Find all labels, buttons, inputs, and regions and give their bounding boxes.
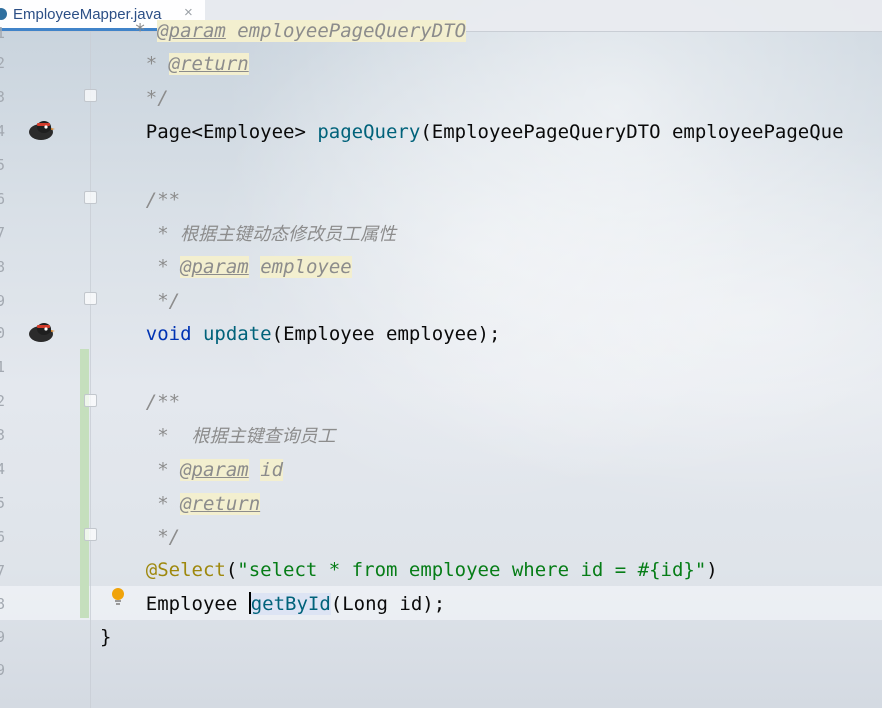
line-number: 8: [0, 595, 6, 613]
fold-marker[interactable]: [84, 528, 97, 541]
vcs-change-marker-end[interactable]: [80, 586, 89, 618]
line-number: 2: [0, 392, 6, 410]
comment-star: *: [145, 459, 181, 481]
method-name: pageQuery: [317, 121, 421, 143]
sql-string: "select * from employee where id = #{id}…: [237, 559, 707, 581]
code-line-1[interactable]: * @param employeePageQueryDTO: [100, 19, 467, 43]
javadoc-value: id: [260, 459, 284, 481]
annotation: @Select: [145, 559, 226, 581]
javadoc-tag: @param: [157, 20, 226, 42]
code-line-19[interactable]: }: [100, 625, 111, 649]
method-name: getById: [250, 593, 331, 615]
fold-marker[interactable]: [84, 191, 97, 204]
return-type: Page<Employee>: [145, 121, 318, 143]
paren: (: [225, 559, 238, 581]
comment-end: */: [145, 526, 181, 548]
comment-end: */: [145, 290, 181, 312]
method-name: update: [202, 323, 272, 345]
javadoc-tag: @param: [180, 256, 249, 278]
comment-star: *: [145, 256, 181, 278]
fold-marker[interactable]: [84, 394, 97, 407]
code-line-8[interactable]: * @param employee: [100, 255, 352, 279]
line-number: 9: [0, 661, 6, 679]
code-line-14[interactable]: * @param id: [100, 458, 284, 482]
comment-start: /**: [145, 189, 181, 211]
javadoc-tag: @param: [180, 459, 249, 481]
fold-marker[interactable]: [84, 292, 97, 305]
line-number: 1: [0, 24, 6, 42]
line-number: 2: [0, 54, 6, 72]
code-line-10[interactable]: void update(Employee employee);: [100, 322, 501, 346]
method-params: (Long id);: [330, 593, 446, 615]
code-line-17[interactable]: @Select("select * from employee where id…: [100, 558, 718, 582]
line-number: 5: [0, 156, 6, 174]
mybatis-navigate-icon[interactable]: [26, 320, 56, 344]
comment-end: */: [134, 87, 169, 109]
line-number: 7: [0, 224, 6, 242]
line-number: 9: [0, 292, 6, 310]
code-line-2[interactable]: * @return: [100, 52, 249, 76]
line-number: 0: [0, 324, 6, 342]
javadoc-value: employeePageQueryDTO: [225, 20, 467, 42]
line-number: 3: [0, 88, 6, 106]
code-line-12[interactable]: /**: [100, 390, 180, 414]
method-params: (EmployeePageQueryDTO employeePageQue: [420, 121, 844, 143]
line-number: 7: [0, 562, 6, 580]
comment-star: *: [134, 53, 169, 75]
line-number: 9: [0, 628, 6, 646]
java-interface-icon: [0, 8, 7, 20]
javadoc-tag: @return: [180, 493, 261, 515]
keyword: void: [145, 323, 192, 345]
line-number: 3: [0, 426, 6, 444]
code-line-16[interactable]: */: [100, 525, 180, 549]
closing-brace: }: [100, 626, 112, 648]
code-line-13[interactable]: * 根据主键查询员工: [100, 424, 336, 449]
comment-star: *: [145, 425, 192, 447]
line-number: 4: [0, 460, 6, 478]
paren: ): [706, 559, 718, 581]
mybatis-navigate-icon[interactable]: [26, 118, 56, 142]
comment-text: 根据主键动态修改员工属性: [180, 224, 397, 245]
comment-text: 根据主键查询员工: [191, 426, 336, 447]
code-line-18[interactable]: Employee getById(Long id);: [100, 592, 445, 616]
javadoc-tag: @return: [168, 53, 249, 75]
vcs-change-marker[interactable]: [80, 349, 89, 617]
line-number: 8: [0, 258, 6, 276]
line-number: 5: [0, 494, 6, 512]
code-line-3[interactable]: */: [100, 86, 169, 110]
return-type: Employee: [145, 593, 249, 615]
code-line-6[interactable]: /**: [100, 188, 180, 212]
code-line-9[interactable]: */: [100, 289, 180, 313]
javadoc-value: employee: [260, 256, 352, 278]
code-line-15[interactable]: * @return: [100, 492, 261, 516]
comment-star: *: [145, 493, 181, 515]
line-number: 4: [0, 122, 6, 140]
line-number: 6: [0, 528, 6, 546]
method-params: (Employee employee);: [271, 323, 501, 345]
line-number: 6: [0, 190, 6, 208]
comment-star: *: [145, 223, 181, 245]
code-line-4[interactable]: Page<Employee> pageQuery(EmployeePageQue…: [100, 120, 844, 144]
fold-marker[interactable]: [84, 89, 97, 102]
line-number: 1: [0, 358, 6, 376]
code-line-7[interactable]: * 根据主键动态修改员工属性: [100, 222, 396, 247]
comment-start: /**: [145, 391, 181, 413]
